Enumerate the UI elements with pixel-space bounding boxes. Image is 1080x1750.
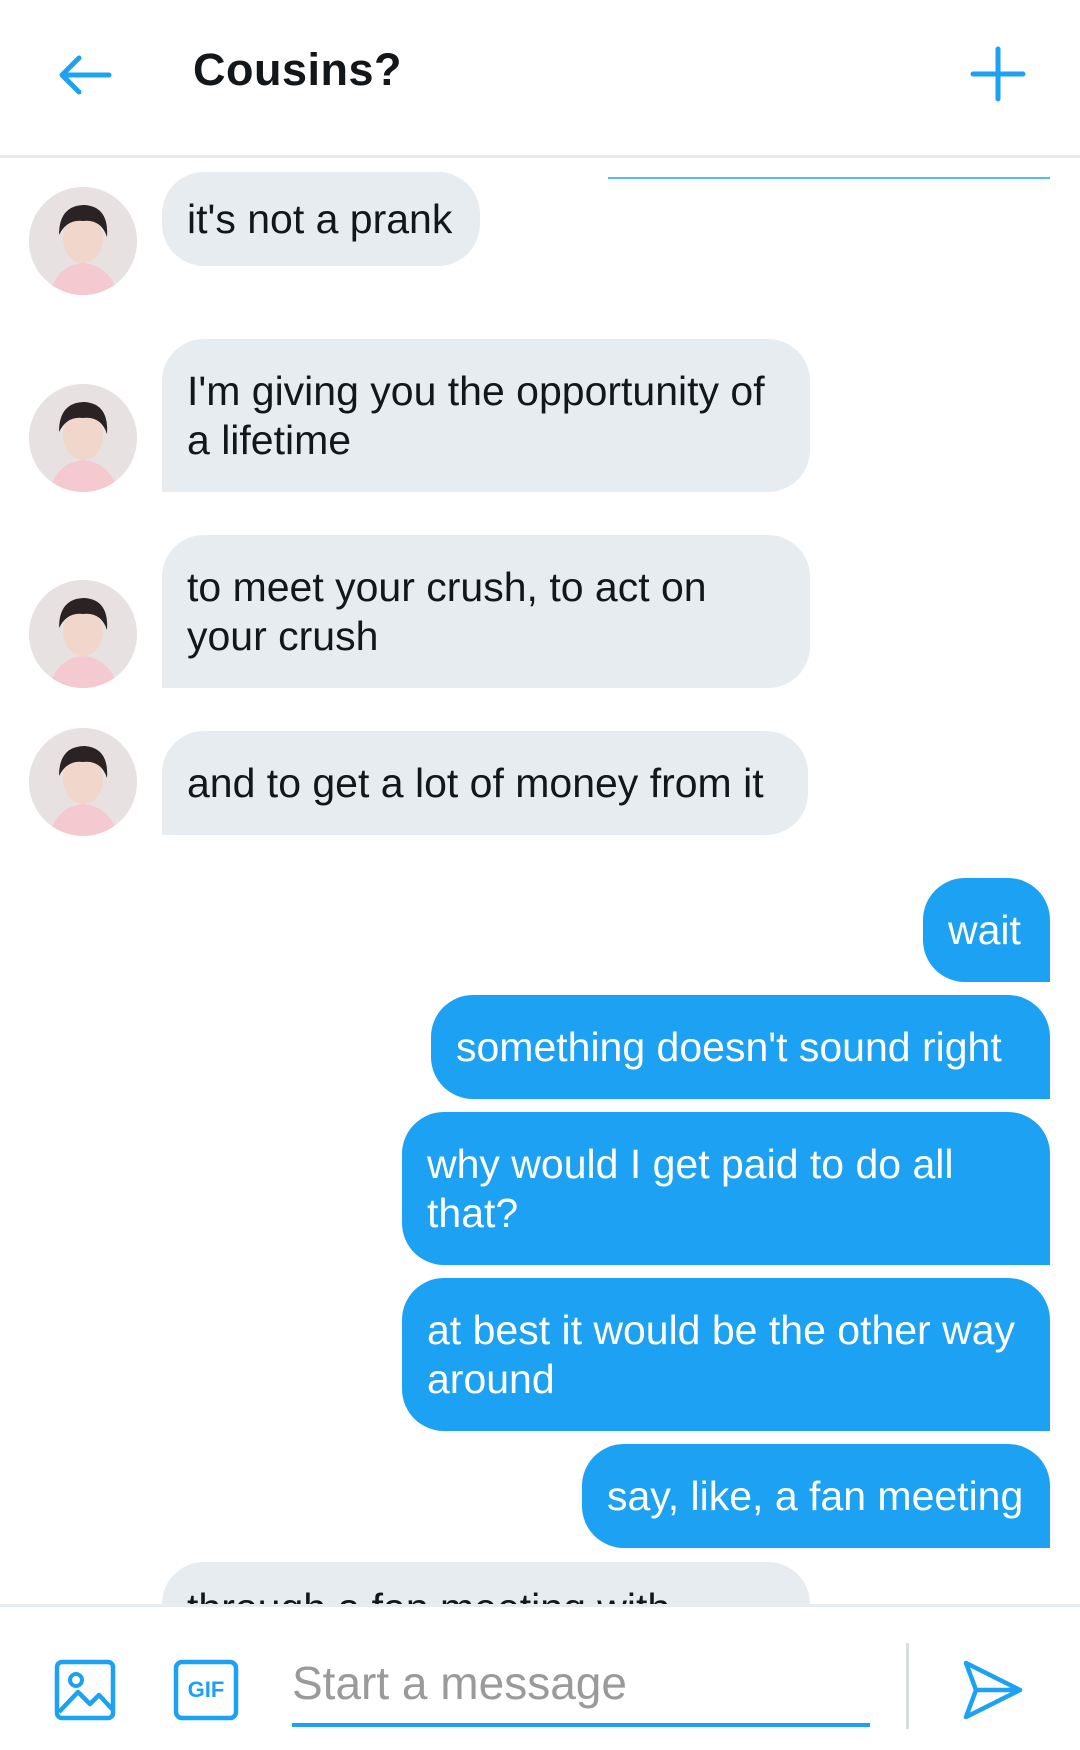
incoming-message[interactable]: and to get a lot of money from it xyxy=(162,731,808,835)
conversation-header: Cousins? xyxy=(0,0,1080,158)
message-composer: GIF xyxy=(0,1604,1080,1750)
message-text: and to get a lot of money from it xyxy=(187,759,764,806)
message-input[interactable] xyxy=(292,1643,870,1723)
incoming-message[interactable]: through a fan meeting with xyxy=(162,1562,810,1604)
profile-photo-icon xyxy=(29,384,137,492)
message-text: at best it would be the other way around xyxy=(427,1306,1027,1402)
message-text: why would I get paid to do all that? xyxy=(427,1140,965,1236)
avatar[interactable] xyxy=(29,728,137,836)
conversation-title[interactable]: Cousins? xyxy=(193,44,402,96)
incoming-message[interactable]: it's not a prank xyxy=(162,172,480,266)
composer-divider xyxy=(906,1643,909,1729)
outgoing-message[interactable]: say, like, a fan meeting xyxy=(582,1444,1050,1548)
send-icon xyxy=(963,1660,1023,1720)
back-button[interactable] xyxy=(50,40,120,110)
message-text: I'm giving you the opportunity of a life… xyxy=(187,367,777,463)
outgoing-message[interactable]: why would I get paid to do all that? xyxy=(402,1112,1050,1265)
incoming-message[interactable]: to meet your crush, to act on your crush xyxy=(162,535,810,688)
profile-photo-icon xyxy=(29,187,137,295)
message-text: to meet your crush, to act on your crush xyxy=(187,563,718,659)
avatar[interactable] xyxy=(29,580,137,688)
profile-photo-icon xyxy=(29,580,137,688)
profile-photo-icon xyxy=(29,728,137,836)
avatar[interactable] xyxy=(29,187,137,295)
gif-label: GIF xyxy=(187,1677,225,1702)
outgoing-message[interactable]: wait xyxy=(923,878,1050,982)
arrow-left-icon xyxy=(59,55,112,95)
send-button[interactable] xyxy=(960,1657,1026,1723)
message-text: through a fan meeting with xyxy=(187,1584,670,1604)
message-text: something doesn't sound right xyxy=(456,1023,1002,1070)
outgoing-message[interactable]: at best it would be the other way around xyxy=(402,1278,1050,1431)
plus-icon xyxy=(970,46,1026,102)
avatar[interactable] xyxy=(29,384,137,492)
add-button[interactable] xyxy=(960,36,1036,112)
message-input-wrapper xyxy=(292,1643,870,1727)
outgoing-message[interactable]: something doesn't sound right xyxy=(431,995,1050,1099)
add-photo-button[interactable] xyxy=(54,1659,116,1721)
message-text: it's not a prank xyxy=(187,195,453,242)
incoming-message[interactable]: I'm giving you the opportunity of a life… xyxy=(162,339,810,492)
message-text: say, like, a fan meeting xyxy=(607,1472,1024,1519)
message-text: wait xyxy=(948,906,1021,953)
gif-button[interactable]: GIF xyxy=(173,1659,239,1721)
message-list[interactable]: it's not a prank I'm giving you the oppo… xyxy=(0,158,1080,1604)
image-icon xyxy=(54,1659,116,1721)
